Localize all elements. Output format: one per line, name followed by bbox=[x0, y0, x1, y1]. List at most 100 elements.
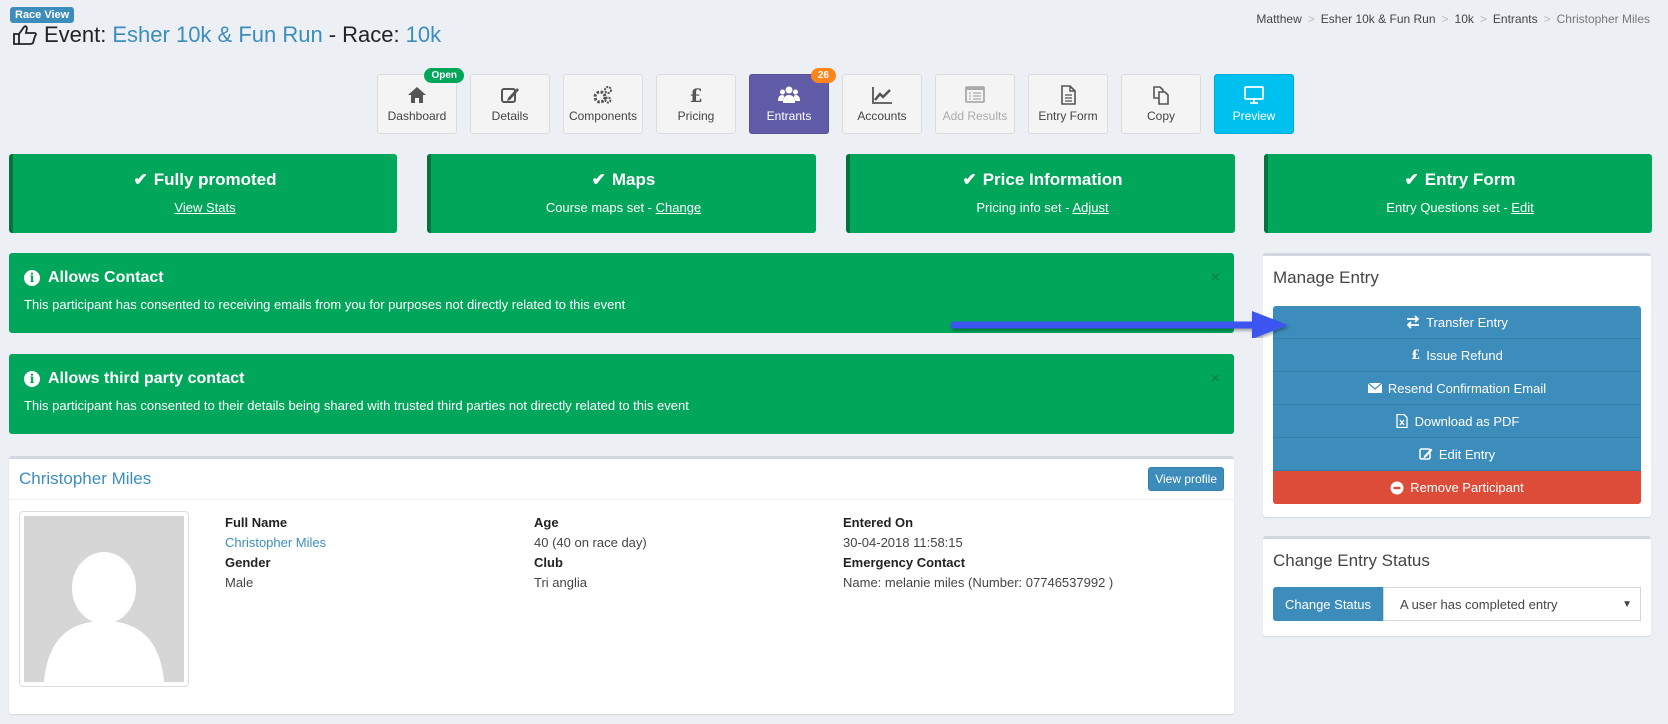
edit-icon bbox=[501, 88, 519, 103]
view-profile-button[interactable]: View profile bbox=[1148, 467, 1224, 491]
annotation-arrow-icon bbox=[950, 311, 1288, 338]
breadcrumb-separator: > bbox=[1479, 12, 1487, 26]
alert-title: Allows Contact bbox=[48, 269, 164, 286]
toolbar-pricing[interactable]: £ Pricing bbox=[656, 74, 736, 134]
minus-circle-icon bbox=[1390, 481, 1404, 494]
breadcrumb: Matthew > Esher 10k & Fun Run > 10k > Entra… bbox=[1256, 12, 1650, 26]
edit-entry-button[interactable]: Edit Entry bbox=[1273, 438, 1641, 471]
check-icon: ✔ bbox=[591, 170, 606, 189]
emergency-contact-value: Name: melanie miles (Number: 07746537992… bbox=[843, 575, 1114, 590]
user-placeholder-icon bbox=[44, 552, 164, 682]
card-entry-form: ✔ Entry Form Entry Questions set - Edit bbox=[1264, 154, 1652, 233]
toolbar-add-results[interactable]: Add Results bbox=[935, 74, 1015, 134]
breadcrumb-item[interactable]: Matthew bbox=[1256, 12, 1301, 26]
manage-entry-title: Manage Entry bbox=[1273, 268, 1379, 287]
entrants-count-badge: 26 bbox=[810, 68, 836, 83]
info-icon: i bbox=[24, 270, 40, 286]
event-name-link[interactable]: Esher 10k & Fun Run bbox=[112, 22, 322, 48]
participant-name: Christopher Miles bbox=[19, 469, 152, 488]
toolbar-label: Components bbox=[568, 109, 638, 123]
card-fully-promoted: ✔ Fully promoted View Stats bbox=[9, 154, 397, 233]
users-icon bbox=[778, 86, 800, 103]
remove-participant-button[interactable]: Remove Participant bbox=[1273, 471, 1641, 504]
full-name-label: Full Name bbox=[225, 515, 288, 530]
exchange-icon bbox=[1406, 315, 1420, 329]
toolbar-preview[interactable]: Preview bbox=[1214, 74, 1294, 134]
change-status-title: Change Entry Status bbox=[1273, 551, 1430, 570]
toolbar-entrants[interactable]: 26 Entrants bbox=[749, 68, 836, 134]
copy-icon bbox=[1153, 86, 1169, 105]
view-stats-link[interactable]: View Stats bbox=[174, 200, 235, 215]
entry-status-select[interactable]: A user has completed entry ▼ bbox=[1383, 587, 1641, 621]
file-icon bbox=[1395, 414, 1408, 428]
action-label: Transfer Entry bbox=[1426, 314, 1508, 330]
toolbar-label: Preview bbox=[1232, 109, 1276, 123]
toolbar-label: Details bbox=[491, 109, 529, 123]
gender-value: Male bbox=[225, 575, 254, 590]
gender-label: Gender bbox=[225, 555, 271, 570]
action-label: Issue Refund bbox=[1426, 347, 1503, 363]
transfer-entry-button[interactable]: Transfer Entry bbox=[1273, 306, 1641, 339]
download-pdf-button[interactable]: Download as PDF bbox=[1273, 405, 1641, 438]
card-price-information: ✔ Price Information Pricing info set - Ad… bbox=[846, 154, 1235, 233]
change-entry-status-box: Change Entry Status Change Status A user… bbox=[1263, 536, 1651, 636]
toolbar-components[interactable]: Components bbox=[563, 74, 643, 134]
toolbar-accounts[interactable]: Accounts bbox=[842, 74, 922, 134]
close-icon[interactable]: × bbox=[1211, 370, 1220, 388]
change-status-button[interactable]: Change Status bbox=[1273, 587, 1384, 621]
caret-down-icon: ▼ bbox=[1622, 598, 1632, 610]
edit-entry-form-link[interactable]: Edit bbox=[1511, 200, 1533, 215]
emergency-contact-label: Emergency Contact bbox=[843, 555, 966, 570]
breadcrumb-item[interactable]: Esher 10k & Fun Run bbox=[1321, 12, 1436, 26]
line-chart-icon bbox=[872, 87, 892, 104]
close-icon[interactable]: × bbox=[1211, 269, 1220, 287]
manage-entry-box: Manage Entry Transfer Entry £ Issue Refu… bbox=[1263, 253, 1651, 517]
club-label: Club bbox=[534, 555, 563, 570]
alert-allows-third-party-contact: i Allows third party contact This partici… bbox=[9, 354, 1234, 434]
card-title: Entry Form bbox=[1424, 170, 1516, 189]
entered-on-value: 30-04-2018 11:58:15 bbox=[843, 535, 963, 550]
profile-column-1: Full Name Christopher Miles Gender Male bbox=[225, 513, 326, 593]
age-label: Age bbox=[534, 515, 559, 530]
full-name-link[interactable]: Christopher Miles bbox=[225, 533, 326, 553]
toolbar-label: Accounts bbox=[857, 109, 907, 123]
race-name-link[interactable]: 10k bbox=[406, 22, 441, 48]
check-icon: ✔ bbox=[962, 170, 977, 189]
toolbar-details[interactable]: Details bbox=[470, 74, 550, 134]
event-label: Event: bbox=[44, 22, 107, 47]
participant-profile-box: Christopher Miles View profile Full Name… bbox=[9, 456, 1234, 714]
toolbar-dashboard[interactable]: Open Dashboard bbox=[377, 68, 464, 134]
toolbar-label: Entry Form bbox=[1038, 109, 1098, 123]
resend-confirmation-email-button[interactable]: Resend Confirmation Email bbox=[1273, 372, 1641, 405]
monitor-icon bbox=[1244, 86, 1264, 104]
adjust-pricing-link[interactable]: Adjust bbox=[1072, 200, 1108, 215]
toolbar-label: Dashboard bbox=[387, 109, 447, 123]
breadcrumb-item[interactable]: 10k bbox=[1455, 12, 1474, 26]
age-value: 40 (40 on race day) bbox=[534, 535, 647, 550]
entered-on-label: Entered On bbox=[843, 515, 914, 530]
action-label: Edit Entry bbox=[1438, 446, 1496, 462]
card-title: Price Information bbox=[982, 170, 1123, 189]
breadcrumb-separator: > bbox=[1441, 12, 1449, 26]
issue-refund-button[interactable]: £ Issue Refund bbox=[1273, 339, 1641, 372]
club-value: Tri anglia bbox=[534, 575, 587, 590]
breadcrumb-current: Christopher Miles bbox=[1556, 12, 1650, 26]
toolbar-entry-form[interactable]: Entry Form bbox=[1028, 74, 1108, 134]
envelope-icon bbox=[1367, 382, 1382, 393]
toolbar-copy[interactable]: Copy bbox=[1121, 74, 1201, 134]
pound-icon: £ bbox=[1411, 347, 1421, 363]
card-text: Pricing info set - bbox=[976, 200, 1073, 215]
page-title: Event: Esher 10k & Fun Run - Race: 10k bbox=[12, 22, 441, 48]
toolbar-label: Copy bbox=[1146, 109, 1175, 123]
profile-column-2: Age 40 (40 on race day) Club Tri anglia bbox=[534, 513, 647, 593]
edit-icon bbox=[1419, 448, 1433, 460]
info-icon: i bbox=[24, 371, 40, 387]
change-maps-link[interactable]: Change bbox=[656, 200, 702, 215]
profile-column-3: Entered On 30-04-2018 11:58:15 Emergency… bbox=[843, 513, 1113, 593]
breadcrumb-item[interactable]: Entrants bbox=[1493, 12, 1538, 26]
thumbs-up-icon bbox=[13, 25, 37, 45]
toolbar-label: Entrants bbox=[766, 109, 812, 123]
breadcrumb-separator: > bbox=[1307, 12, 1315, 26]
action-label: Resend Confirmation Email bbox=[1387, 380, 1547, 396]
card-text: Course maps set - bbox=[545, 200, 656, 215]
